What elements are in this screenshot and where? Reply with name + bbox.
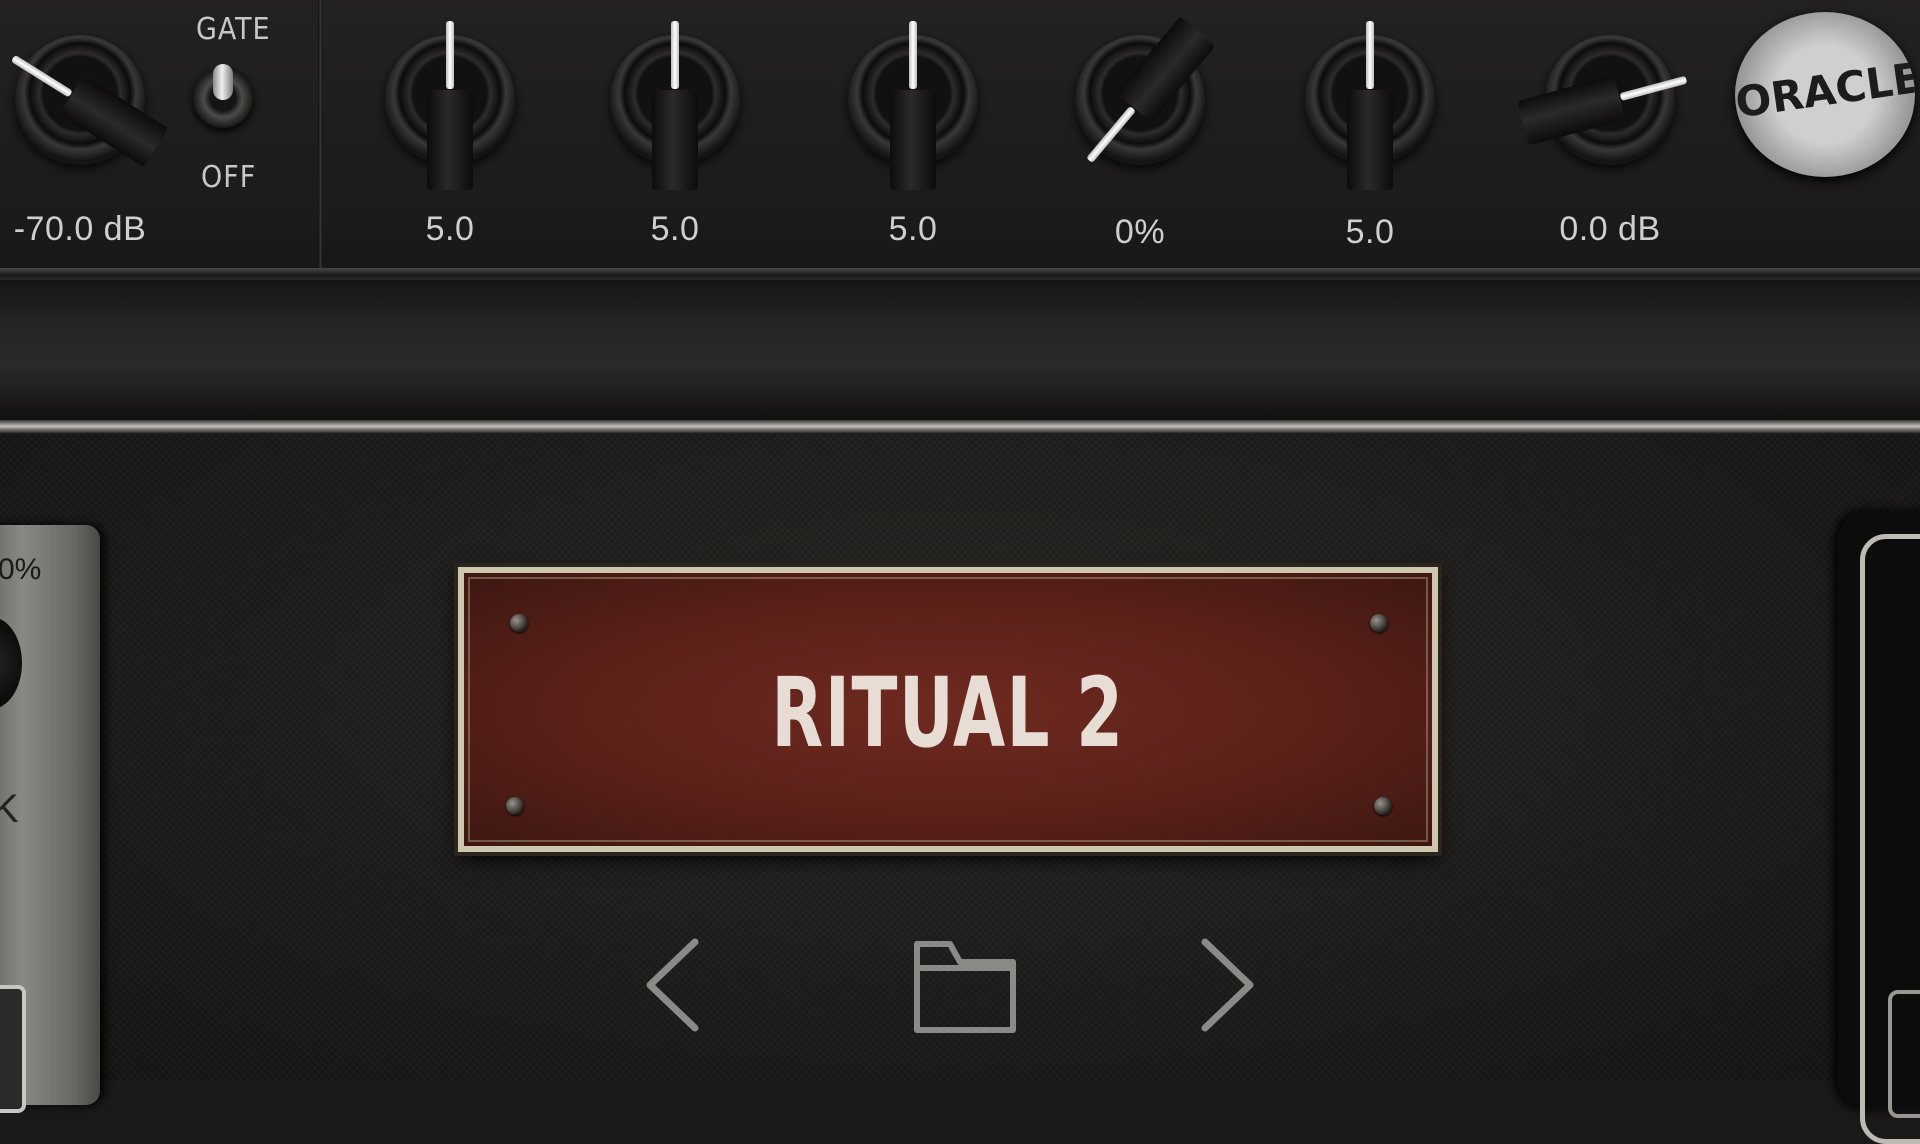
left-pedal[interactable]: 0% K (0, 525, 100, 1113)
logo-text: ORACLE (1735, 52, 1915, 128)
knob-pointer (446, 21, 454, 89)
control-strip: -70.0 dB GATE OFF 5.0 5.0 5.0 0% 5.0 0.0… (0, 0, 1920, 268)
knob-1-value: 5.0 (425, 210, 475, 248)
next-preset-button[interactable] (1180, 930, 1270, 1040)
gate-toggle-switch[interactable] (193, 64, 253, 128)
output-level-value: 0.0 dB (1559, 210, 1661, 248)
screw-top-left (510, 614, 528, 632)
knob-pointer (1366, 21, 1374, 89)
toggle-lever (213, 64, 233, 100)
chevron-left-icon (646, 938, 699, 1032)
control-knob-3[interactable]: 5.0 (848, 21, 978, 248)
screw-bottom-right (1374, 797, 1392, 815)
preset-name-plate: RITUAL 2 (458, 567, 1438, 852)
gate-threshold-value: -70.0 dB (13, 210, 147, 248)
output-level-knob[interactable]: 0.0 dB (1517, 35, 1688, 248)
control-knob-4[interactable]: 0% (1075, 16, 1216, 251)
panel-divider (318, 0, 323, 268)
knob-2-value: 5.0 (650, 210, 700, 248)
knob-skirt (890, 90, 936, 190)
oracle-logo: ORACLE (1735, 12, 1915, 177)
preset-name: RITUAL 2 (771, 657, 1125, 769)
pedal-knob[interactable] (0, 617, 22, 709)
knob-skirt (1347, 90, 1393, 190)
folder-icon (914, 941, 1016, 1033)
pedal-footswitch[interactable] (0, 985, 26, 1113)
previous-preset-button[interactable] (630, 930, 720, 1040)
knob-4-value: 0% (1114, 213, 1166, 251)
screw-bottom-left (506, 797, 524, 815)
chevron-right-icon (1201, 938, 1254, 1032)
screw-top-right (1370, 614, 1388, 632)
control-knob-5[interactable]: 5.0 (1305, 21, 1435, 251)
knob-skirt (652, 90, 698, 190)
knob-pointer (671, 21, 679, 89)
gate-threshold-knob[interactable]: -70.0 dB (10, 35, 169, 248)
preset-browser-button[interactable] (905, 930, 1025, 1040)
knob-3-value: 5.0 (888, 210, 938, 248)
knob-pointer (909, 21, 917, 89)
gate-label: GATE (196, 12, 271, 47)
pedal-label-text: K (0, 787, 19, 831)
knob-skirt (427, 90, 473, 190)
control-knob-2[interactable]: 5.0 (610, 21, 740, 248)
knob-5-value: 5.0 (1345, 213, 1395, 251)
pedal-value-text: 0% (0, 553, 42, 586)
amp-rail (0, 280, 1920, 420)
rail-edge (0, 268, 1920, 280)
gate-state-label: OFF (201, 160, 257, 195)
chrome-trim (0, 420, 1920, 434)
right-device-panel (1838, 510, 1920, 1144)
control-knob-1[interactable]: 5.0 (385, 21, 515, 248)
